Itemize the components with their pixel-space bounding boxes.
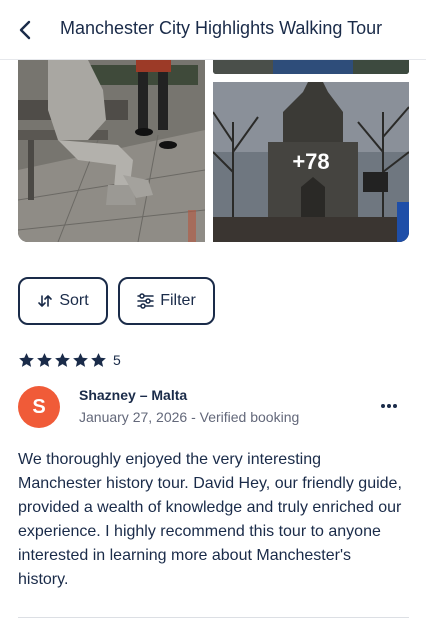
star-icon [55, 352, 70, 367]
filter-label: Filter [160, 292, 196, 309]
avatar: S [18, 386, 60, 428]
sort-arrows-icon [37, 293, 53, 309]
star-rating [18, 352, 108, 369]
more-photos-count: +78 [292, 149, 330, 174]
star-icon [37, 352, 52, 367]
divider [18, 617, 409, 618]
avatar-initial: S [32, 395, 46, 418]
star-icon [73, 352, 88, 367]
sort-label: Sort [59, 292, 89, 309]
rating-value: 5 [113, 352, 121, 368]
gallery-photo-statue[interactable] [18, 60, 205, 242]
chevron-left-icon [19, 20, 31, 40]
star-icon [91, 352, 106, 367]
reviewer-name: Shazney – Malta [79, 387, 188, 403]
sliders-icon [137, 293, 154, 309]
gallery-photo-thumbnail[interactable] [213, 60, 409, 74]
sort-button[interactable]: Sort [18, 277, 108, 325]
star-icon [19, 352, 34, 367]
photo-gallery: +78 [0, 60, 426, 244]
page-title: Manchester City Highlights Walking Tour [60, 18, 383, 38]
filter-button[interactable]: Filter [118, 277, 215, 325]
review-text: We thoroughly enjoyed the very interesti… [18, 451, 402, 588]
top-bar: Manchester City Highlights Walking Tour [0, 0, 426, 60]
gallery-more-photos[interactable]: +78 [213, 82, 409, 242]
back-button[interactable] [14, 18, 36, 42]
review-rating: 5 [18, 349, 121, 371]
review-options-button[interactable] [376, 396, 402, 416]
more-horizontal-icon [381, 404, 397, 408]
review-date: January 27, 2026 - Verified booking [79, 409, 300, 425]
